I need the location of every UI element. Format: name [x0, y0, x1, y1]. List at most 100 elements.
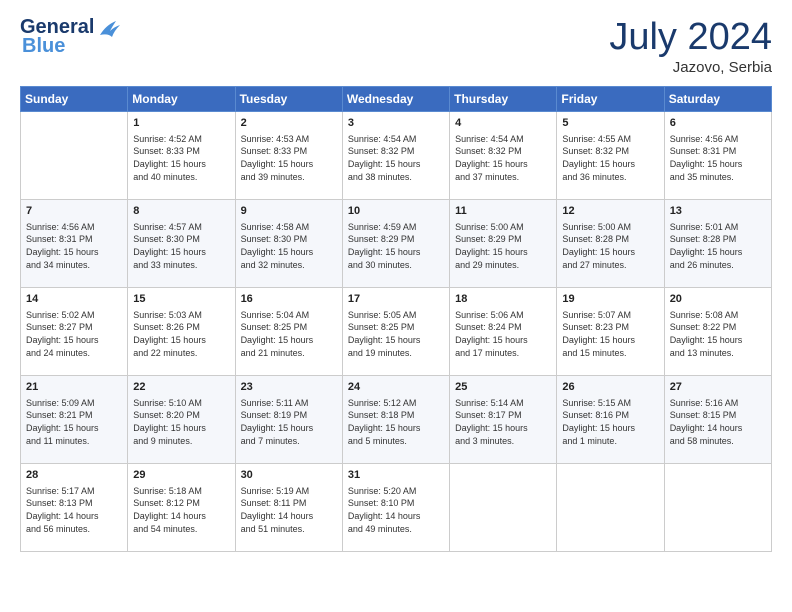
day-info-15: Sunrise: 5:03 AM Sunset: 8:26 PM Dayligh…: [133, 309, 229, 359]
day-info-18: Sunrise: 5:06 AM Sunset: 8:24 PM Dayligh…: [455, 309, 551, 359]
day-cell-22: 22 Sunrise: 5:10 AM Sunset: 8:20 PM Dayli…: [128, 376, 235, 464]
day-number-31: 31: [348, 468, 444, 483]
day-number-25: 25: [455, 380, 551, 395]
day-cell-26: 26 Sunrise: 5:15 AM Sunset: 8:16 PM Dayli…: [557, 376, 664, 464]
day-number-12: 12: [562, 204, 658, 219]
day-info-2: Sunrise: 4:53 AM Sunset: 8:33 PM Dayligh…: [241, 133, 337, 183]
empty-cell: [664, 464, 771, 552]
day-number-16: 16: [241, 292, 337, 307]
logo-blue: Blue: [22, 35, 65, 58]
week-row-2: 7 Sunrise: 4:56 AM Sunset: 8:31 PM Daylig…: [21, 200, 772, 288]
logo: General Blue: [20, 16, 124, 58]
day-number-10: 10: [348, 204, 444, 219]
day-number-1: 1: [133, 116, 229, 131]
day-cell-6: 6 Sunrise: 4:56 AM Sunset: 8:31 PM Daylig…: [664, 112, 771, 200]
day-info-22: Sunrise: 5:10 AM Sunset: 8:20 PM Dayligh…: [133, 397, 229, 447]
day-number-3: 3: [348, 116, 444, 131]
week-row-4: 21Sunrise: 5:09 AM Sunset: 8:21 PM Dayli…: [21, 376, 772, 464]
day-info-13: Sunrise: 5:01 AM Sunset: 8:28 PM Dayligh…: [670, 221, 766, 271]
day-cell-10: 10Sunrise: 4:59 AM Sunset: 8:29 PM Dayli…: [342, 200, 449, 288]
day-number-4: 4: [455, 116, 551, 131]
day-cell-12: 12Sunrise: 5:00 AM Sunset: 8:28 PM Dayli…: [557, 200, 664, 288]
weekday-tuesday: Tuesday: [235, 87, 342, 112]
day-info-19: Sunrise: 5:07 AM Sunset: 8:23 PM Dayligh…: [562, 309, 658, 359]
day-info-7: Sunrise: 4:56 AM Sunset: 8:31 PM Dayligh…: [26, 221, 122, 271]
day-info-8: Sunrise: 4:57 AM Sunset: 8:30 PM Dayligh…: [133, 221, 229, 271]
day-cell-19: 19 Sunrise: 5:07 AM Sunset: 8:23 PM Dayli…: [557, 288, 664, 376]
day-cell-16: 16 Sunrise: 5:04 AM Sunset: 8:25 PM Dayli…: [235, 288, 342, 376]
day-cell-24: 24Sunrise: 5:12 AM Sunset: 8:18 PM Dayli…: [342, 376, 449, 464]
day-info-31: Sunrise: 5:20 AM Sunset: 8:10 PM Dayligh…: [348, 485, 444, 535]
day-cell-31: 31 Sunrise: 5:20 AM Sunset: 8:10 PM Dayli…: [342, 464, 449, 552]
day-info-30: Sunrise: 5:19 AM Sunset: 8:11 PM Dayligh…: [241, 485, 337, 535]
day-cell-29: 29 Sunrise: 5:18 AM Sunset: 8:12 PM Dayli…: [128, 464, 235, 552]
day-number-9: 9: [241, 204, 337, 219]
day-cell-3: 3 Sunrise: 4:54 AM Sunset: 8:32 PM Daylig…: [342, 112, 449, 200]
day-number-26: 26: [562, 380, 658, 395]
day-number-11: 11: [455, 204, 551, 219]
day-number-17: 17: [348, 292, 444, 307]
day-info-28: Sunrise: 5:17 AM Sunset: 8:13 PM Dayligh…: [26, 485, 122, 535]
day-number-18: 18: [455, 292, 551, 307]
day-cell-7: 7 Sunrise: 4:56 AM Sunset: 8:31 PM Daylig…: [21, 200, 128, 288]
day-number-5: 5: [562, 116, 658, 131]
weekday-wednesday: Wednesday: [342, 87, 449, 112]
day-info-3: Sunrise: 4:54 AM Sunset: 8:32 PM Dayligh…: [348, 133, 444, 183]
week-row-3: 14 Sunrise: 5:02 AM Sunset: 8:27 PM Dayli…: [21, 288, 772, 376]
day-info-14: Sunrise: 5:02 AM Sunset: 8:27 PM Dayligh…: [26, 309, 122, 359]
day-cell-9: 9 Sunrise: 4:58 AM Sunset: 8:30 PM Daylig…: [235, 200, 342, 288]
header: General Blue July 2024 Jazovo, Serbia: [20, 16, 772, 76]
day-info-11: Sunrise: 5:00 AM Sunset: 8:29 PM Dayligh…: [455, 221, 551, 271]
day-info-5: Sunrise: 4:55 AM Sunset: 8:32 PM Dayligh…: [562, 133, 658, 183]
day-cell-11: 11 Sunrise: 5:00 AM Sunset: 8:29 PM Dayli…: [450, 200, 557, 288]
day-number-24: 24: [348, 380, 444, 395]
day-cell-21: 21Sunrise: 5:09 AM Sunset: 8:21 PM Dayli…: [21, 376, 128, 464]
day-cell-18: 18 Sunrise: 5:06 AM Sunset: 8:24 PM Dayli…: [450, 288, 557, 376]
day-info-17: Sunrise: 5:05 AM Sunset: 8:25 PM Dayligh…: [348, 309, 444, 359]
calendar-location: Jazovo, Serbia: [609, 59, 772, 76]
page: General Blue July 2024 Jazovo, Serbia Su…: [0, 0, 792, 612]
day-number-23: 23: [241, 380, 337, 395]
day-cell-17: 17 Sunrise: 5:05 AM Sunset: 8:25 PM Dayli…: [342, 288, 449, 376]
day-cell-15: 15 Sunrise: 5:03 AM Sunset: 8:26 PM Dayli…: [128, 288, 235, 376]
day-number-29: 29: [133, 468, 229, 483]
day-cell-14: 14 Sunrise: 5:02 AM Sunset: 8:27 PM Dayli…: [21, 288, 128, 376]
empty-cell: [21, 112, 128, 200]
day-number-2: 2: [241, 116, 337, 131]
day-info-9: Sunrise: 4:58 AM Sunset: 8:30 PM Dayligh…: [241, 221, 337, 271]
day-number-28: 28: [26, 468, 122, 483]
day-info-4: Sunrise: 4:54 AM Sunset: 8:32 PM Dayligh…: [455, 133, 551, 183]
day-info-29: Sunrise: 5:18 AM Sunset: 8:12 PM Dayligh…: [133, 485, 229, 535]
day-cell-5: 5 Sunrise: 4:55 AM Sunset: 8:32 PM Daylig…: [557, 112, 664, 200]
calendar-title: July 2024: [609, 16, 772, 59]
weekday-header-row: SundayMondayTuesdayWednesdayThursdayFrid…: [21, 87, 772, 112]
weekday-saturday: Saturday: [664, 87, 771, 112]
day-number-19: 19: [562, 292, 658, 307]
day-number-14: 14: [26, 292, 122, 307]
day-info-16: Sunrise: 5:04 AM Sunset: 8:25 PM Dayligh…: [241, 309, 337, 359]
day-number-15: 15: [133, 292, 229, 307]
day-info-26: Sunrise: 5:15 AM Sunset: 8:16 PM Dayligh…: [562, 397, 658, 447]
empty-cell: [557, 464, 664, 552]
day-cell-28: 28 Sunrise: 5:17 AM Sunset: 8:13 PM Dayli…: [21, 464, 128, 552]
logo-bird-icon: [96, 17, 124, 39]
day-cell-20: 20 Sunrise: 5:08 AM Sunset: 8:22 PM Dayli…: [664, 288, 771, 376]
weekday-monday: Monday: [128, 87, 235, 112]
week-row-1: 1 Sunrise: 4:52 AM Sunset: 8:33 PM Daylig…: [21, 112, 772, 200]
day-number-22: 22: [133, 380, 229, 395]
day-info-20: Sunrise: 5:08 AM Sunset: 8:22 PM Dayligh…: [670, 309, 766, 359]
day-info-1: Sunrise: 4:52 AM Sunset: 8:33 PM Dayligh…: [133, 133, 229, 183]
weekday-sunday: Sunday: [21, 87, 128, 112]
title-block: July 2024 Jazovo, Serbia: [609, 16, 772, 76]
day-cell-23: 23Sunrise: 5:11 AM Sunset: 8:19 PM Dayli…: [235, 376, 342, 464]
day-number-27: 27: [670, 380, 766, 395]
day-number-6: 6: [670, 116, 766, 131]
week-row-5: 28 Sunrise: 5:17 AM Sunset: 8:13 PM Dayli…: [21, 464, 772, 552]
day-cell-30: 30Sunrise: 5:19 AM Sunset: 8:11 PM Dayli…: [235, 464, 342, 552]
day-info-27: Sunrise: 5:16 AM Sunset: 8:15 PM Dayligh…: [670, 397, 766, 447]
day-number-20: 20: [670, 292, 766, 307]
day-info-6: Sunrise: 4:56 AM Sunset: 8:31 PM Dayligh…: [670, 133, 766, 183]
day-number-7: 7: [26, 204, 122, 219]
day-cell-13: 13Sunrise: 5:01 AM Sunset: 8:28 PM Dayli…: [664, 200, 771, 288]
day-cell-2: 2 Sunrise: 4:53 AM Sunset: 8:33 PM Daylig…: [235, 112, 342, 200]
